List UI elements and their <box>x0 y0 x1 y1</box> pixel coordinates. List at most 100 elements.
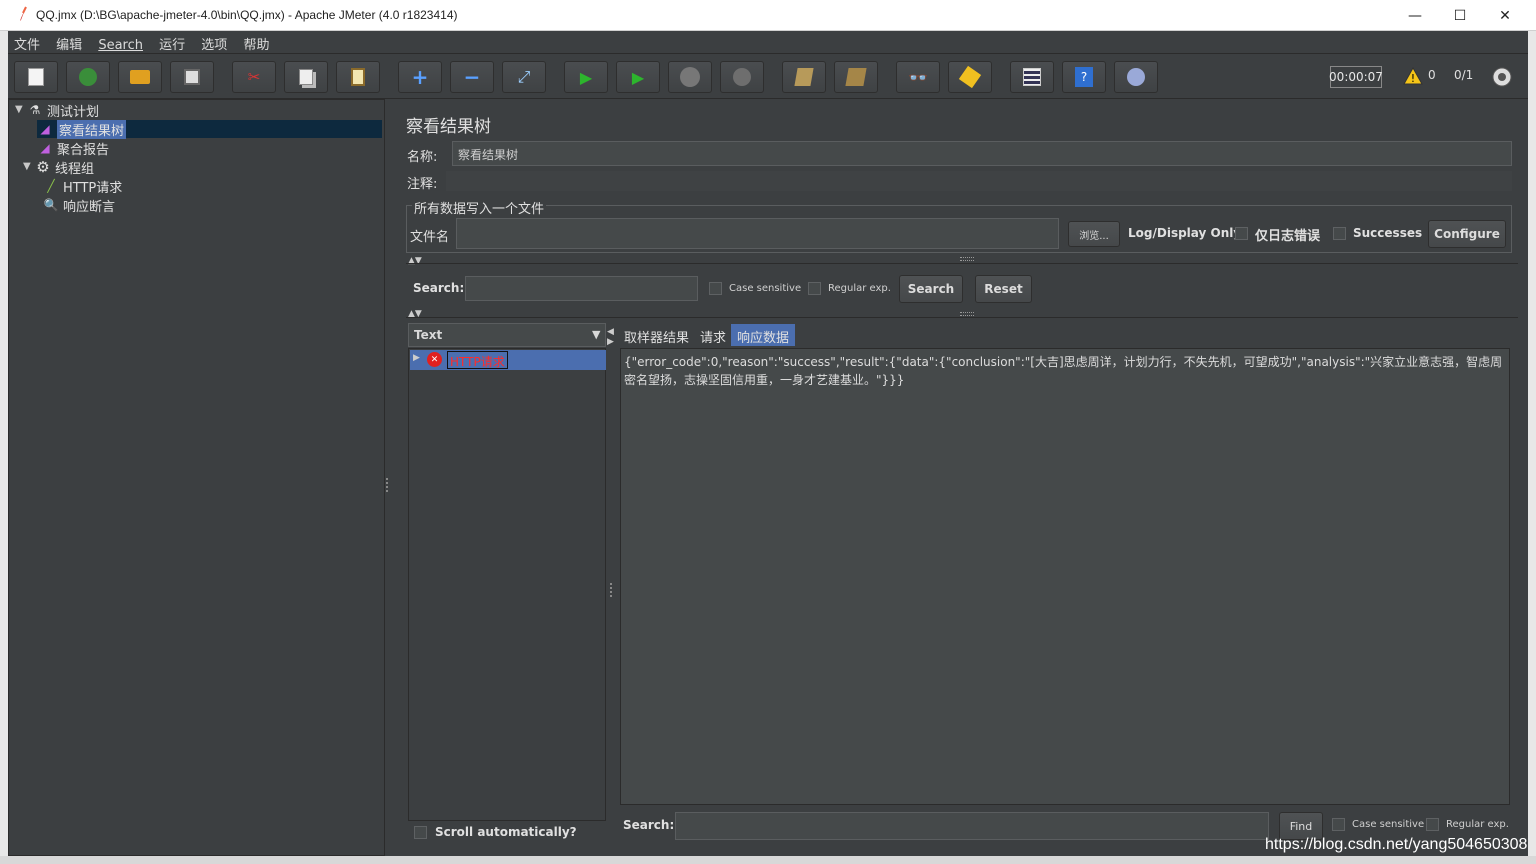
tree-item-aggregate-report[interactable]: ◢ 聚合报告 <box>37 139 109 158</box>
toggle-button[interactable]: ⤢ <box>502 61 546 93</box>
collapse-all-button[interactable]: − <box>450 61 494 93</box>
jmeter-feather-icon <box>20 6 27 21</box>
tree-item-label: 测试计划 <box>47 104 100 120</box>
chevron-down-icon: ▼ <box>592 328 601 341</box>
start-button[interactable]: ▶ <box>564 61 608 93</box>
save-button[interactable] <box>170 61 214 93</box>
error-icon: ✕ <box>427 352 442 367</box>
successes-label: Successes <box>1353 226 1423 240</box>
sample-label: HTTP请求 <box>447 351 508 369</box>
tab-sampler-result[interactable]: 取样器结果 <box>618 324 695 346</box>
panel-title: 察看结果树 <box>406 117 491 137</box>
tree-item-http-request[interactable]: ╱ HTTP请求 <box>43 177 122 196</box>
splitter-grip-2[interactable] <box>960 312 974 316</box>
collapse-toggle-thread-group[interactable]: ▼ <box>23 161 31 172</box>
tree-item-response-assertion[interactable]: 🔍 响应断言 <box>43 196 116 215</box>
shutdown-button[interactable] <box>720 61 764 93</box>
menu-run[interactable]: 运行 <box>153 31 191 53</box>
search-label: Search: <box>413 281 465 295</box>
bottom-case-sensitive-checkbox[interactable] <box>1332 818 1345 831</box>
case-sensitive-checkbox[interactable] <box>709 282 722 295</box>
menu-help[interactable]: 帮助 <box>237 31 275 53</box>
remote-button[interactable] <box>1114 61 1158 93</box>
search-button[interactable]: Search <box>899 275 963 303</box>
vertical-splitter-grip[interactable] <box>610 583 614 597</box>
expand-all-button[interactable]: + <box>398 61 442 93</box>
menu-file[interactable]: 文件 <box>8 31 46 53</box>
tab-request[interactable]: 请求 <box>694 324 732 346</box>
errors-only-checkbox[interactable] <box>1235 227 1248 240</box>
tree-item-test-plan[interactable]: ⚗ 测试计划 <box>27 101 100 120</box>
warning-icon[interactable]: ! <box>1403 67 1423 85</box>
chart-icon: ◢ <box>40 141 50 155</box>
menu-edit[interactable]: 编辑 <box>50 31 88 53</box>
name-label: 名称: <box>407 150 438 165</box>
play-no-pause-icon: ▶ <box>631 67 645 87</box>
filename-input[interactable] <box>456 218 1059 249</box>
collapse-toggle-test-plan[interactable]: ▼ <box>15 104 23 115</box>
copy-button[interactable] <box>284 61 328 93</box>
result-tabs: 取样器结果 请求 响应数据 <box>618 324 1513 347</box>
browse-button[interactable]: 浏览... <box>1068 221 1120 247</box>
scroll-automatically-checkbox[interactable] <box>414 826 427 839</box>
play-icon: ▶ <box>579 67 593 87</box>
start-no-pauses-button[interactable]: ▶ <box>616 61 660 93</box>
templates-button[interactable] <box>66 61 110 93</box>
reset-search-button[interactable] <box>948 61 992 93</box>
splitter-grip[interactable] <box>960 257 974 261</box>
close-button[interactable]: ✕ <box>1482 0 1528 31</box>
background-window-strip <box>0 31 8 864</box>
tab-response-data[interactable]: 响应数据 <box>731 324 796 346</box>
bottom-regular-exp-checkbox[interactable] <box>1426 818 1439 831</box>
stop-icon <box>680 67 700 87</box>
reset-button[interactable]: Reset <box>975 275 1032 303</box>
tree-item-label: 响应断言 <box>63 199 116 215</box>
window-title: QQ.jmx (D:\BG\apache-jmeter-4.0\bin\QQ.j… <box>36 8 458 22</box>
name-field[interactable]: 察看结果树 <box>452 141 1512 166</box>
splitter-handle[interactable] <box>386 478 392 492</box>
bottom-case-sensitive-label: Case sensitive <box>1352 819 1425 830</box>
clear-all-button[interactable] <box>834 61 878 93</box>
background-window-strip-right <box>1528 31 1536 864</box>
background-taskbar-strip <box>0 856 1536 864</box>
search-button[interactable]: 👓 <box>896 61 940 93</box>
splitter-arrows[interactable]: ▲▼ <box>408 256 422 266</box>
renderer-value: Text <box>414 328 443 342</box>
search-input[interactable] <box>465 276 698 301</box>
regular-exp-checkbox[interactable] <box>808 282 821 295</box>
stop-button[interactable] <box>668 61 712 93</box>
bottom-search-input[interactable] <box>675 812 1269 840</box>
tree-item-view-results-tree[interactable]: ◢ 察看结果树 <box>37 119 382 139</box>
renderer-select[interactable]: Text ▼ <box>408 323 606 347</box>
log-display-label: Log/Display Only: <box>1128 226 1246 240</box>
function-helper-button[interactable] <box>1010 61 1054 93</box>
help-button[interactable]: ? <box>1062 61 1106 93</box>
remote-icon <box>1127 68 1145 86</box>
svg-text:!: ! <box>1411 72 1415 85</box>
shutdown-icon <box>733 68 751 86</box>
clear-button[interactable] <box>782 61 826 93</box>
response-data-text[interactable]: {"error_code":0,"reason":"success","resu… <box>620 348 1510 805</box>
successes-checkbox[interactable] <box>1333 227 1346 240</box>
folder-icon <box>130 70 150 84</box>
minimize-button[interactable]: — <box>1392 0 1438 31</box>
maximize-button[interactable]: ☐ <box>1437 0 1483 31</box>
tree-item-thread-group[interactable]: ⚙ 线程组 <box>35 158 94 177</box>
broom-icon <box>794 68 814 86</box>
binoculars-icon: 👓 <box>908 67 928 87</box>
paste-button[interactable] <box>336 61 380 93</box>
save-icon <box>184 69 200 85</box>
file-group-title: 所有数据写入一个文件 <box>412 198 547 217</box>
menu-options[interactable]: 选项 <box>195 31 233 53</box>
sample-row-http-request[interactable]: ▶ ✕ HTTP请求 <box>410 350 606 370</box>
comment-field[interactable] <box>446 171 1512 191</box>
cut-button[interactable]: ✂ <box>232 61 276 93</box>
flask-icon: ⚗ <box>29 103 41 117</box>
divider <box>406 263 1518 264</box>
menu-search[interactable]: Search <box>92 35 149 53</box>
configure-button[interactable]: Configure <box>1428 220 1506 248</box>
pane-collapse-arrows[interactable]: ◀ ▶ <box>607 327 614 347</box>
open-button[interactable] <box>118 61 162 93</box>
new-button[interactable] <box>14 61 58 93</box>
elapsed-timer: 00:00:07 <box>1329 66 1383 88</box>
